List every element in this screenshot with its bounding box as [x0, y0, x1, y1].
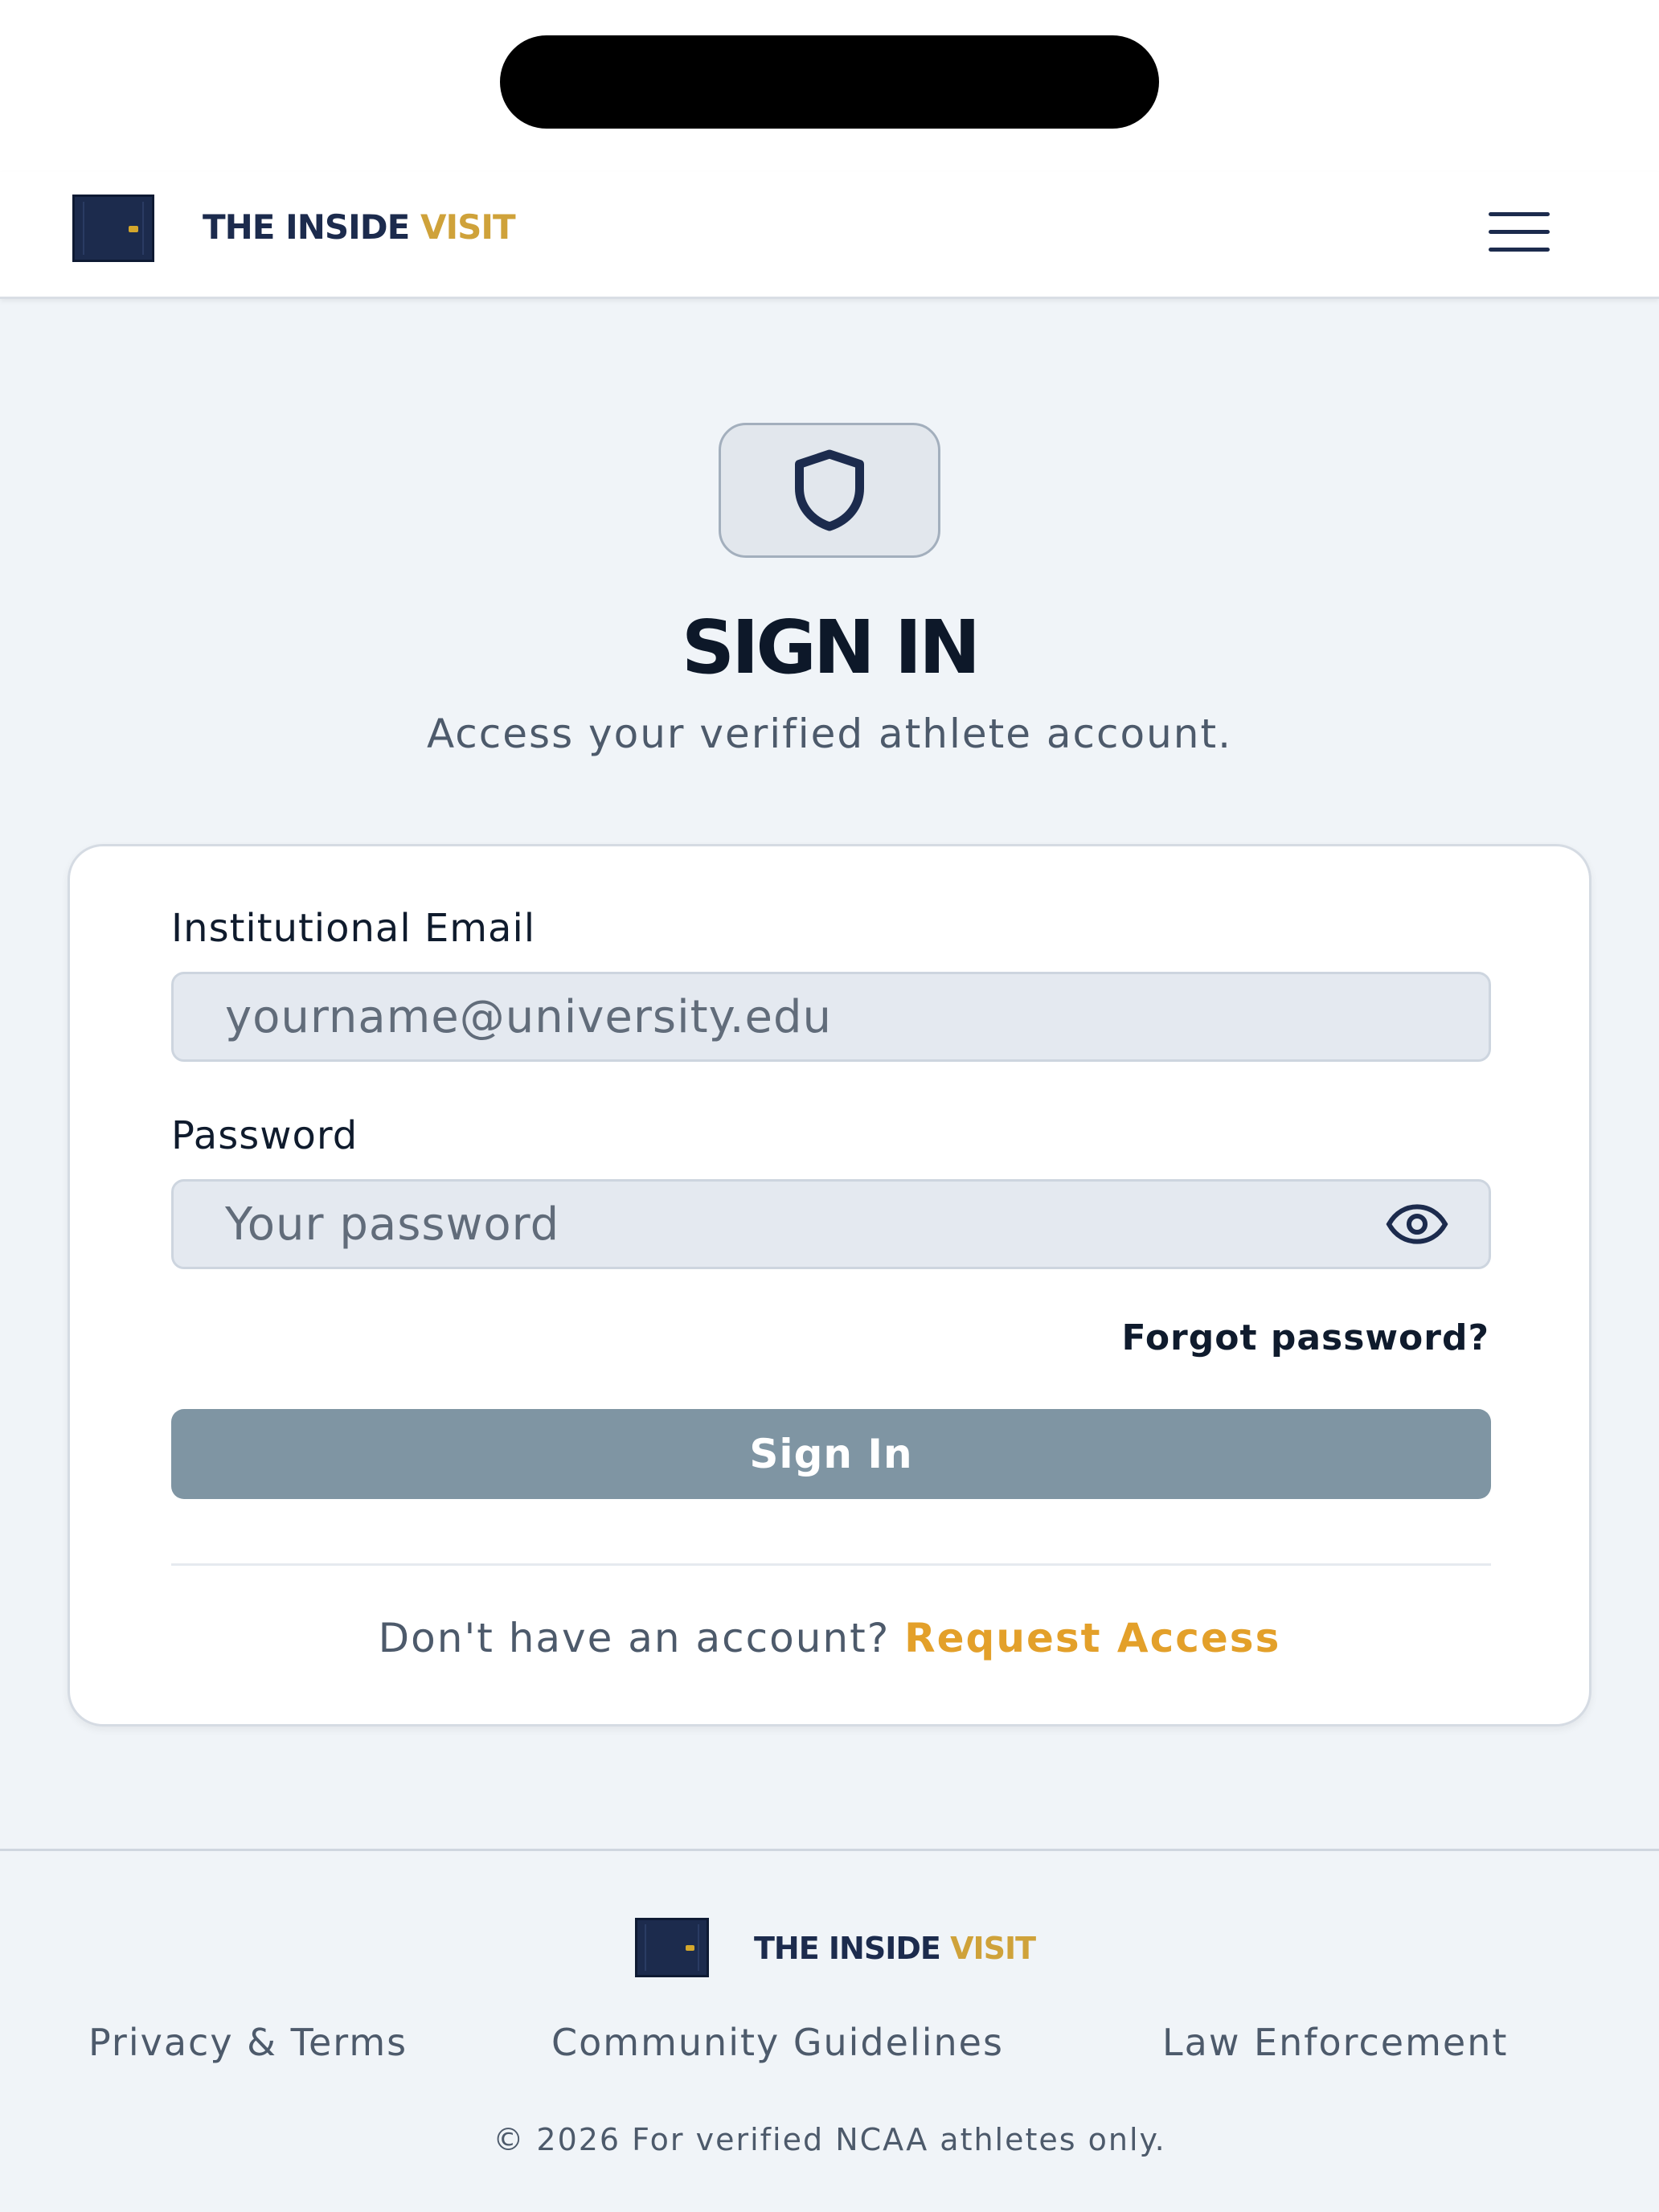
signin-card: Institutional Email Password Forgot pass…: [68, 844, 1591, 1727]
page-title: SIGN IN: [681, 604, 981, 690]
brand-primary: THE INSIDE: [203, 207, 410, 247]
eye-icon[interactable]: [1385, 1202, 1449, 1247]
shield-badge: [719, 423, 940, 558]
hamburger-icon: [1489, 248, 1550, 252]
email-label: Institutional Email: [171, 906, 536, 951]
door-logo-icon[interactable]: [635, 1918, 709, 1977]
shield-icon: [795, 449, 864, 531]
password-label: Password: [171, 1113, 358, 1158]
password-field[interactable]: [171, 1179, 1491, 1269]
hamburger-icon: [1489, 212, 1550, 216]
forgot-password-link[interactable]: Forgot password?: [1122, 1317, 1489, 1358]
footer-link-privacy-terms[interactable]: Privacy & Terms: [88, 2021, 408, 2064]
hamburger-icon: [1489, 230, 1550, 234]
footer-link-law-enforcement[interactable]: Law Enforcement: [1162, 2021, 1508, 2064]
password-wrapper: [171, 1179, 1491, 1269]
status-bar: [0, 0, 1659, 172]
page-subtitle: Access your verified athlete account.: [426, 711, 1232, 757]
divider: [171, 1563, 1491, 1566]
sign-in-button[interactable]: Sign In: [171, 1409, 1491, 1499]
copyright-text: © 2026 For verified NCAA athletes only.: [493, 2122, 1166, 2157]
request-access-link[interactable]: Request Access: [904, 1615, 1280, 1661]
brand-accent: VISIT: [420, 207, 516, 247]
hamburger-menu-button[interactable]: [1481, 207, 1558, 259]
brand-accent: VISIT: [950, 1931, 1036, 1966]
footer-link-community-guidelines[interactable]: Community Guidelines: [551, 2021, 1004, 2064]
door-logo-icon[interactable]: [72, 195, 154, 262]
no-account-text: Don't have an account?: [378, 1615, 891, 1661]
footer-links: Privacy & Terms Community Guidelines Law…: [0, 2021, 1659, 2069]
brand-wordmark[interactable]: THE INSIDE VISIT: [203, 207, 516, 247]
footer-divider: [0, 1849, 1659, 1851]
brand-primary: THE INSIDE: [754, 1931, 941, 1966]
email-field[interactable]: [171, 972, 1491, 1062]
site-header: THE INSIDE VISIT: [0, 172, 1659, 299]
dynamic-island: [500, 35, 1159, 129]
footer-brand-wordmark[interactable]: THE INSIDE VISIT: [754, 1931, 1036, 1966]
request-access-row: Don't have an account? Request Access: [70, 1615, 1589, 1661]
